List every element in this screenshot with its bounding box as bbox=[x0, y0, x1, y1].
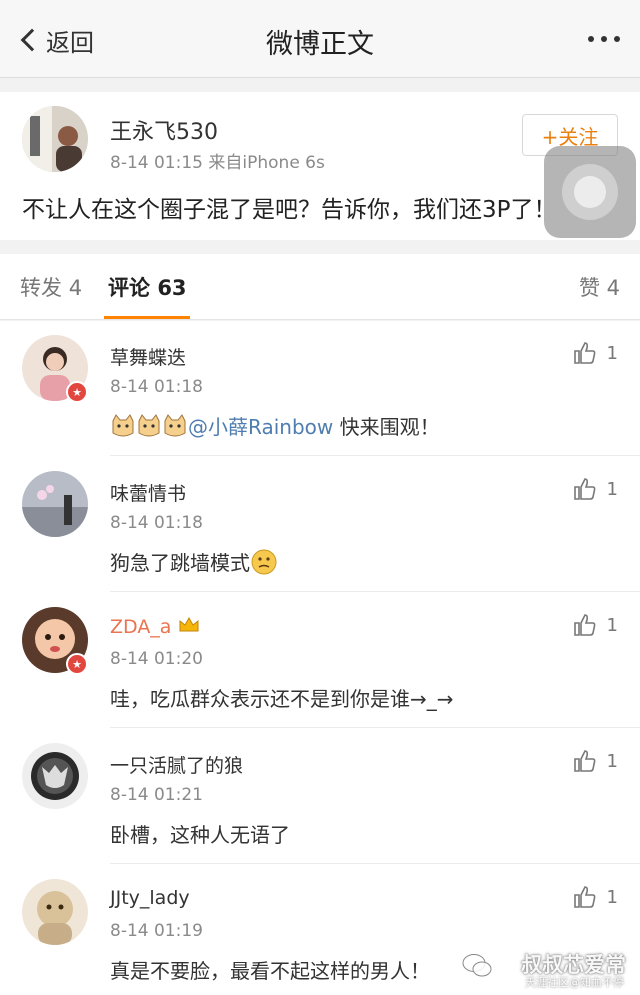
post-text: 不让人在这个圈子混了是吧？告诉你，我们还3P了！ bbox=[22, 197, 557, 223]
like-count: 1 bbox=[606, 886, 618, 908]
like-button[interactable]: 1 bbox=[573, 341, 618, 365]
commenter-avatar[interactable] bbox=[22, 471, 88, 537]
post-source: 来自iPhone 6s bbox=[208, 153, 325, 173]
verified-badge-icon: ★ bbox=[66, 653, 88, 675]
thumbs-up-icon bbox=[573, 886, 595, 908]
commenter-name[interactable]: 一只活腻了的狼 bbox=[110, 751, 243, 778]
commenter-name[interactable]: 草舞蝶迭 bbox=[110, 343, 186, 370]
comment-divider bbox=[110, 591, 640, 592]
comment-list: ★ 草舞蝶迭 8-14 01:18 @小薛Rainbow 快来围观！ 1 味蕾情… bbox=[0, 321, 640, 995]
like-button[interactable]: 1 bbox=[573, 749, 618, 773]
comment-text: @小薛Rainbow 快来围观！ bbox=[110, 411, 440, 444]
comment-text: 哇，吃瓜群众表示还不是到你是谁→_→ bbox=[110, 687, 454, 711]
assistive-touch-button[interactable] bbox=[544, 146, 636, 238]
commenter-name[interactable]: 味蕾情书 bbox=[110, 479, 186, 506]
tab-likes[interactable]: 赞 4 bbox=[579, 272, 620, 302]
post-meta: 8-14 01:15 来自iPhone 6s bbox=[110, 148, 325, 173]
comment-text-body: 快来围观！ bbox=[333, 415, 440, 439]
comment-divider bbox=[110, 863, 640, 864]
comment-text-body: 狗急了跳墙模式 bbox=[110, 551, 250, 575]
comment-time: 8-14 01:18 bbox=[110, 513, 203, 533]
cat-emoji-icon bbox=[162, 413, 188, 444]
like-count: 1 bbox=[606, 478, 618, 500]
like-button[interactable]: 1 bbox=[573, 613, 618, 637]
commenter-avatar[interactable] bbox=[22, 743, 88, 809]
post-tabs: 转发 4 评论 63 赞 4 bbox=[0, 254, 640, 320]
verified-badge-icon: ★ bbox=[66, 381, 88, 403]
post-date: 8-14 01:15 bbox=[110, 153, 203, 173]
thumbs-up-icon bbox=[573, 750, 595, 772]
mention-link[interactable]: @小薛Rainbow bbox=[188, 415, 333, 439]
cat-emoji-icon bbox=[136, 413, 162, 444]
like-count: 1 bbox=[606, 342, 618, 364]
comment-text: 狗急了跳墙模式 bbox=[110, 547, 278, 581]
thumbs-up-icon bbox=[573, 614, 595, 636]
active-tab-indicator bbox=[104, 316, 190, 319]
author-name[interactable]: 王永飞530 bbox=[110, 114, 218, 146]
page-title: 微博正文 bbox=[266, 29, 374, 60]
comment-time: 8-14 01:21 bbox=[110, 785, 203, 805]
comment-divider bbox=[110, 727, 640, 728]
comment-text: 真是不要脸，最看不起这样的男人！ bbox=[110, 959, 430, 983]
wechat-logo-icon bbox=[462, 954, 492, 977]
comment-time: 8-14 01:18 bbox=[110, 377, 203, 397]
commenter-avatar[interactable] bbox=[22, 879, 88, 945]
tab-reposts[interactable]: 转发 4 bbox=[20, 272, 82, 302]
crown-icon bbox=[178, 615, 200, 640]
like-count: 1 bbox=[606, 614, 618, 636]
thumbs-up-icon bbox=[573, 478, 595, 500]
author-avatar[interactable] bbox=[22, 106, 88, 172]
commenter-name[interactable]: ZDA_a bbox=[110, 615, 200, 640]
like-button[interactable]: 1 bbox=[573, 477, 618, 501]
commenter-name[interactable]: JJty_lady bbox=[110, 887, 190, 909]
like-button[interactable]: 1 bbox=[573, 885, 618, 909]
comment-time: 8-14 01:20 bbox=[110, 649, 203, 669]
like-count: 1 bbox=[606, 750, 618, 772]
navigation-bar: 返回 微博正文 bbox=[0, 0, 640, 78]
comment-divider bbox=[110, 455, 640, 456]
comment-text: 卧槽，这种人无语了 bbox=[110, 823, 290, 847]
more-icon[interactable] bbox=[588, 36, 620, 42]
comment-time: 8-14 01:19 bbox=[110, 921, 203, 941]
tab-comments[interactable]: 评论 63 bbox=[108, 272, 187, 302]
cat-emoji-icon bbox=[110, 413, 136, 444]
thinking-emoji-icon bbox=[250, 548, 278, 581]
watermark-subtitle: 天涯社区@知血不停 bbox=[525, 976, 624, 989]
thumbs-up-icon bbox=[573, 342, 595, 364]
watermark: 叔叔芯爱常 天涯社区@知血不停 bbox=[462, 947, 632, 989]
